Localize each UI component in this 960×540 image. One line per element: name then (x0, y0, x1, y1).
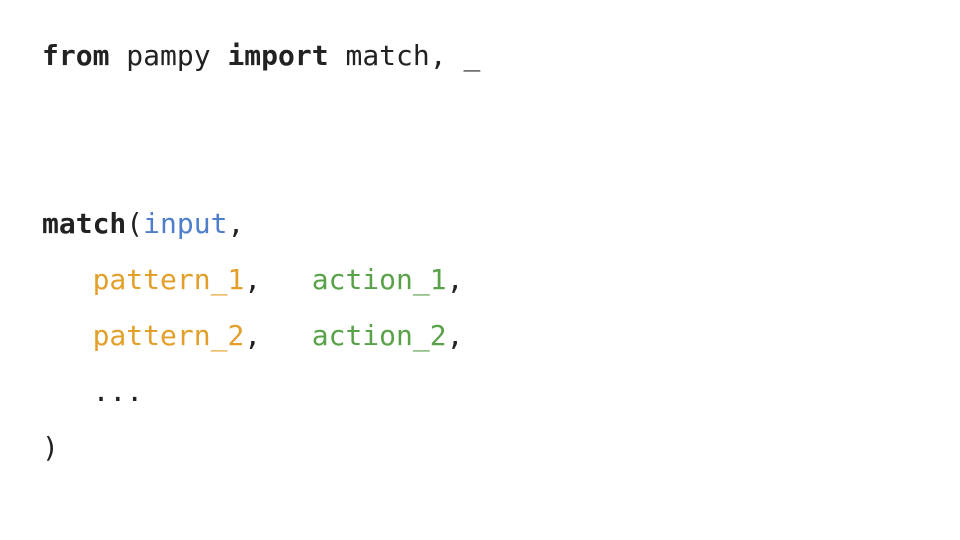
indent (42, 263, 93, 296)
indent (42, 319, 93, 352)
code-block: from pampy import match, _ match(input, … (0, 0, 960, 504)
arg-input: input (143, 207, 227, 240)
separator: , (244, 263, 311, 296)
separator: , (244, 319, 311, 352)
function-match: match (42, 207, 126, 240)
comma: , (447, 319, 464, 352)
indent (42, 375, 93, 408)
module-name: pampy (109, 39, 227, 72)
comma: , (227, 207, 244, 240)
close-paren: ) (42, 431, 59, 464)
open-paren: ( (126, 207, 143, 240)
ellipsis: ... (93, 375, 144, 408)
arg-action-1: action_1 (312, 263, 447, 296)
keyword-import: import (227, 39, 328, 72)
arg-pattern-2: pattern_2 (93, 319, 245, 352)
arg-action-2: action_2 (312, 319, 447, 352)
arg-pattern-1: pattern_1 (93, 263, 245, 296)
keyword-from: from (42, 39, 109, 72)
comma: , (447, 263, 464, 296)
import-names: match, _ (329, 39, 481, 72)
